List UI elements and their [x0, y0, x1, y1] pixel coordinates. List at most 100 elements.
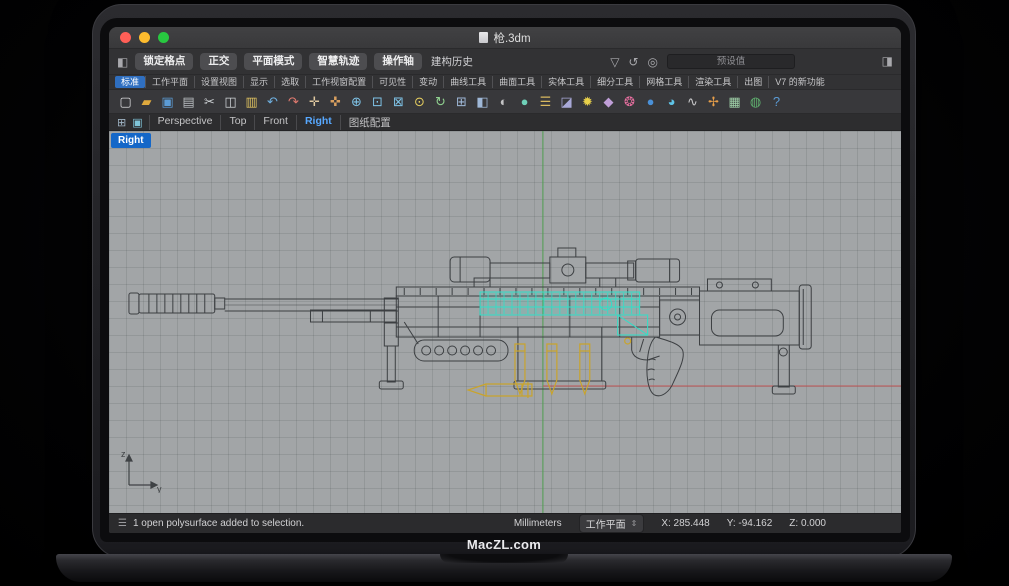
- grid-snap-icon[interactable]: ▦: [726, 95, 743, 108]
- viewport-right[interactable]: Right: [109, 131, 901, 513]
- earth-icon[interactable]: ◍: [747, 95, 764, 108]
- properties-icon[interactable]: ◪: [558, 95, 575, 108]
- coordinate-z: Z: 0.000: [789, 518, 826, 529]
- tab-mesh-tools[interactable]: 网格工具: [639, 76, 688, 89]
- units-label[interactable]: Millimeters: [514, 518, 562, 529]
- command-panel-icon[interactable]: ◧: [117, 56, 128, 68]
- coordinate-y: Y: -94.162: [727, 518, 773, 529]
- preset-input[interactable]: [667, 54, 795, 69]
- toolbar-toggles: 锁定格点正交平面模式智慧轨迹操作轴: [135, 53, 422, 70]
- laptop-lid-notch: [440, 554, 568, 563]
- laptop-lid: 枪.3dm ◧ 锁定格点正交平面模式智慧轨迹操作轴 建构历史 ▽ ↺ ◎ ◨ 标…: [92, 4, 916, 558]
- tab-select[interactable]: 选取: [274, 76, 305, 89]
- cplane-label: 工作平面: [586, 516, 626, 531]
- tab-cplane[interactable]: 工作平面: [145, 76, 194, 89]
- replay-icon[interactable]: ↺: [628, 56, 638, 68]
- zoom-extents-icon[interactable]: ⊠: [390, 95, 407, 108]
- viewport-layout-icon[interactable]: ▣: [132, 116, 142, 129]
- new-document-icon[interactable]: ▢: [117, 95, 134, 108]
- shaded-view-icon[interactable]: ●: [516, 95, 533, 108]
- render-icon[interactable]: ◕: [663, 95, 680, 108]
- selection-list-icon: ☰: [118, 518, 127, 529]
- redo-icon[interactable]: ↷: [285, 95, 302, 108]
- toggle-gumball[interactable]: 操作轴: [374, 53, 422, 70]
- gumball-icon[interactable]: ✢: [705, 95, 722, 108]
- layers-icon[interactable]: ☰: [537, 95, 554, 108]
- lock-icon[interactable]: ◆: [600, 95, 617, 108]
- laptop-base: [56, 554, 952, 582]
- tab-subd-tools[interactable]: 细分工具: [590, 76, 639, 89]
- rotate-view-icon[interactable]: ↻: [432, 95, 449, 108]
- tab-curve-tools[interactable]: 曲线工具: [443, 76, 492, 89]
- axis-indicator: z y: [119, 447, 165, 493]
- tab-surface-tools[interactable]: 曲面工具: [492, 76, 541, 89]
- color-wheel-icon[interactable]: ❂: [621, 95, 638, 108]
- document-icon: [479, 32, 488, 43]
- app-window: 枪.3dm ◧ 锁定格点正交平面模式智慧轨迹操作轴 建构历史 ▽ ↺ ◎ ◨ 标…: [109, 27, 901, 533]
- tab-display[interactable]: 显示: [243, 76, 274, 89]
- status-left: ☰ 1 open polysurface added to selection.: [118, 518, 304, 529]
- help-icon[interactable]: ?: [768, 95, 785, 108]
- save-icon[interactable]: ▣: [159, 95, 176, 108]
- viewport-label[interactable]: Right: [111, 133, 151, 148]
- viewport-tabs: PerspectiveTopFrontRight图纸配置: [149, 115, 399, 130]
- toggle-smart-track[interactable]: 智慧轨迹: [309, 53, 367, 70]
- status-right: Millimeters 工作平面 ⇕ X: 285.448 Y: -94.162…: [514, 514, 826, 533]
- traffic-lights: [120, 32, 169, 43]
- named-views-icon[interactable]: ⊞: [453, 95, 470, 108]
- curve-tools-icon[interactable]: ∿: [684, 95, 701, 108]
- coordinate-x: X: 285.448: [661, 518, 709, 529]
- print-icon[interactable]: ▤: [180, 95, 197, 108]
- display-mode-icon[interactable]: ◐: [495, 95, 512, 108]
- cplane-select[interactable]: 工作平面 ⇕: [579, 514, 645, 533]
- vtab-perspective[interactable]: Perspective: [149, 115, 221, 130]
- set-view-icon[interactable]: ◧: [474, 95, 491, 108]
- tab-drafting[interactable]: 出图: [737, 76, 768, 89]
- paste-icon[interactable]: ▥: [243, 95, 260, 108]
- toggle-grid-snap[interactable]: 锁定格点: [135, 53, 193, 70]
- main-toolbar: ◧ 锁定格点正交平面模式智慧轨迹操作轴 建构历史 ▽ ↺ ◎ ◨: [109, 49, 901, 75]
- vtab-layout[interactable]: 图纸配置: [340, 115, 399, 130]
- axis-y-label: y: [157, 484, 162, 493]
- window-title: 枪.3dm: [109, 30, 901, 46]
- tab-viewport-layout[interactable]: 工作视窗配置: [305, 76, 372, 89]
- vtab-right[interactable]: Right: [296, 115, 340, 130]
- cut-icon[interactable]: ✂: [201, 95, 218, 108]
- filter-icon[interactable]: ▽: [610, 56, 619, 68]
- fullscreen-button[interactable]: [158, 32, 169, 43]
- vtab-top[interactable]: Top: [220, 115, 254, 130]
- zoom-window-icon[interactable]: ⊡: [369, 95, 386, 108]
- toggle-planar-mode[interactable]: 平面模式: [244, 53, 302, 70]
- window-title-text: 枪.3dm: [493, 30, 530, 46]
- pan-hand-icon[interactable]: ✛: [306, 95, 323, 108]
- zoom-dynamic-icon[interactable]: ⊕: [348, 95, 365, 108]
- tab-set-view[interactable]: 设置视图: [194, 76, 243, 89]
- close-button[interactable]: [120, 32, 131, 43]
- status-bar: ☰ 1 open polysurface added to selection.…: [109, 513, 901, 533]
- vtab-front[interactable]: Front: [254, 115, 296, 130]
- undo-icon[interactable]: ↶: [264, 95, 281, 108]
- copy-icon[interactable]: ◫: [222, 95, 239, 108]
- open-folder-icon[interactable]: ▰: [138, 95, 155, 108]
- tab-solid-tools[interactable]: 实体工具: [541, 76, 590, 89]
- zoom-selected-icon[interactable]: ⊙: [411, 95, 428, 108]
- tab-standard[interactable]: 标准: [115, 76, 145, 89]
- tab-transform[interactable]: 变动: [412, 76, 443, 89]
- ribbon-tab-bar: 标准工作平面设置视图显示选取工作视窗配置可见性变动曲线工具曲面工具实体工具细分工…: [109, 75, 901, 90]
- material-icon[interactable]: ●: [642, 95, 659, 108]
- toggle-ortho[interactable]: 正交: [200, 53, 237, 70]
- move-icon[interactable]: ✜: [327, 95, 344, 108]
- record-icon[interactable]: ◎: [648, 56, 658, 68]
- tool-icon-bar: ▢ ▰ ▣ ▤ ✂ ◫ ▥ ↶ ↷ ✛ ✜ ⊕ ⊡ ⊠ ⊙ ↻ ⊞ ◧ ◐ ● ☰ ◪ ✹ ◆ ❂ ● ◕ ∿ ✢ ▦ ◍?: [109, 90, 901, 114]
- viewport-tab-bar: ⊞ ▣ PerspectiveTopFrontRight图纸配置: [109, 114, 901, 131]
- tab-v7-new[interactable]: V7 的新功能: [768, 76, 831, 89]
- tab-render-tools[interactable]: 渲染工具: [688, 76, 737, 89]
- viewport-grid-icon[interactable]: ⊞: [117, 116, 126, 129]
- minimize-button[interactable]: [139, 32, 150, 43]
- tab-visibility[interactable]: 可见性: [372, 76, 412, 89]
- history-label[interactable]: 建构历史: [431, 54, 473, 69]
- viewport-canvas[interactable]: [109, 131, 901, 513]
- light-icon[interactable]: ✹: [579, 95, 596, 108]
- window-titlebar: 枪.3dm: [109, 27, 901, 49]
- panel-toggle-icon[interactable]: ◨: [882, 55, 893, 67]
